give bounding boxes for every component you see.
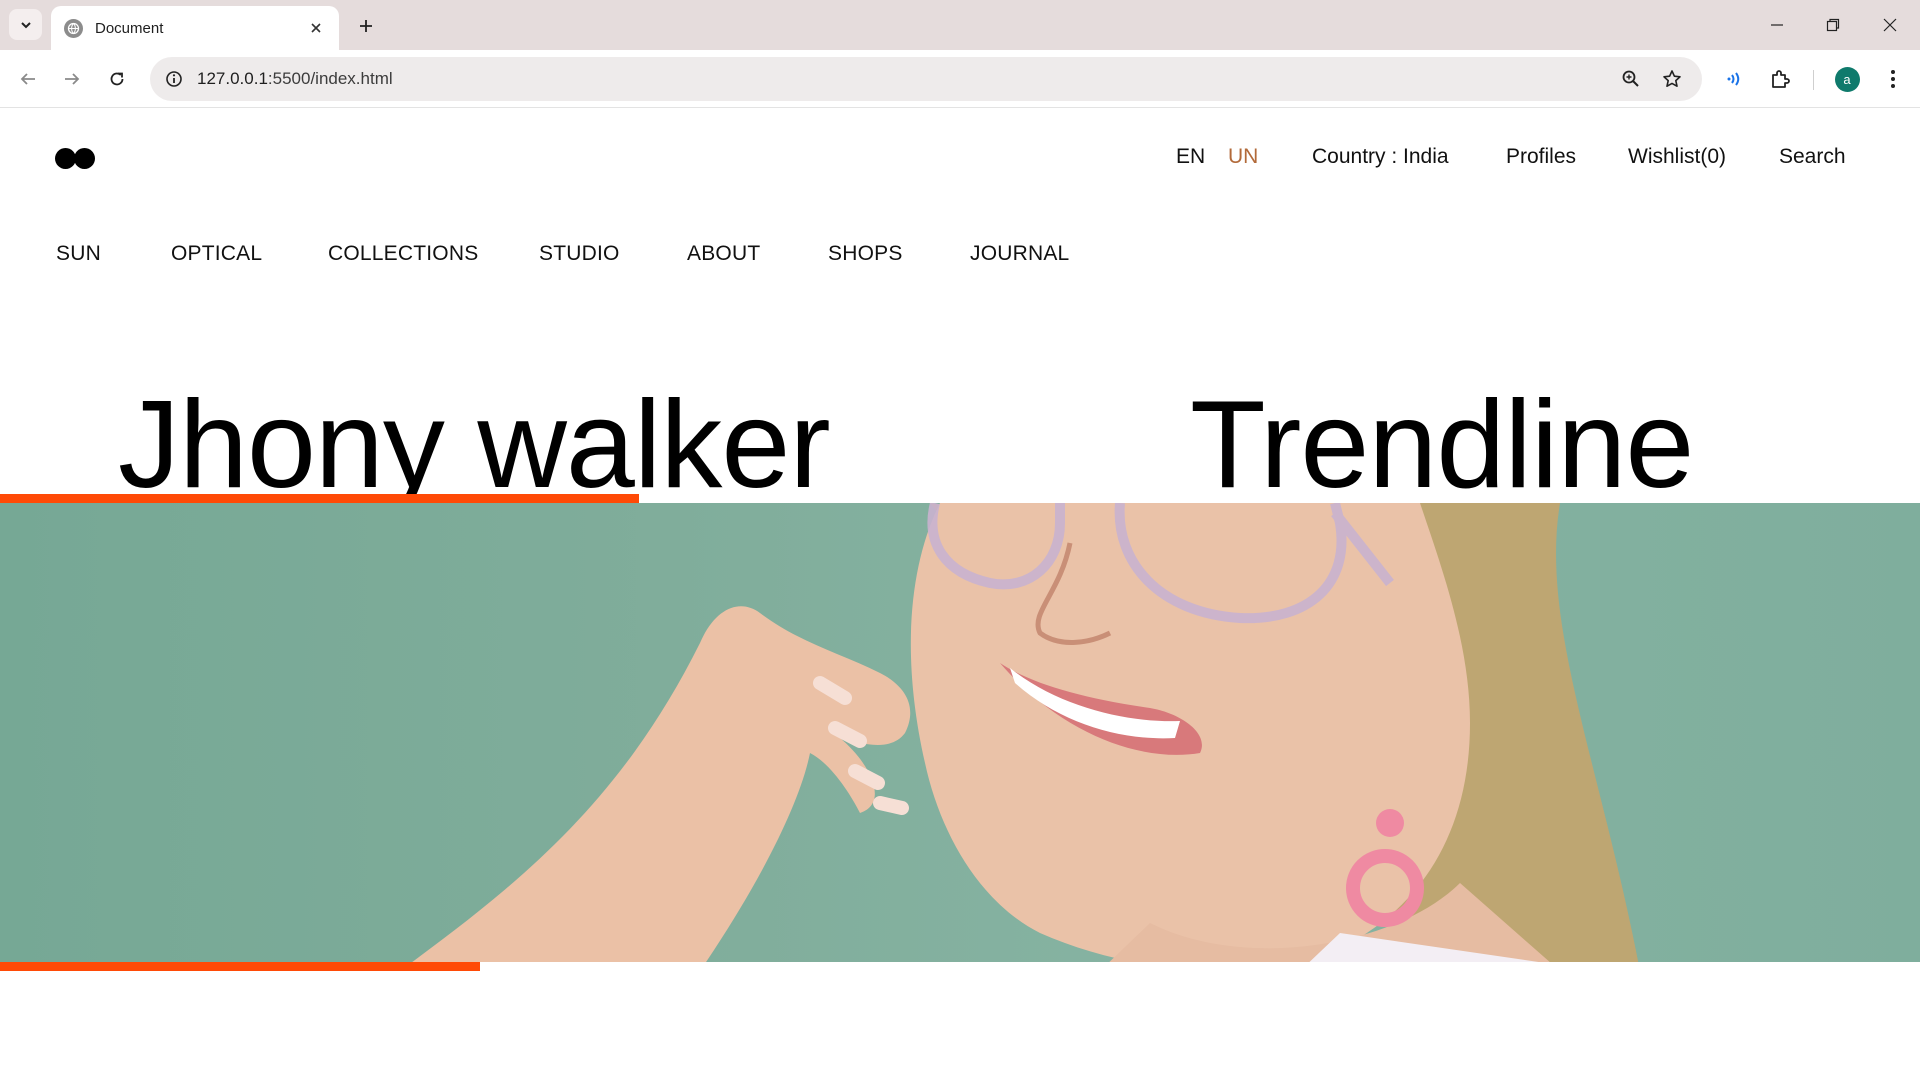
browser-tabstrip: Document <box>0 0 1920 50</box>
read-aloud-icon[interactable] <box>1718 62 1752 96</box>
nav-item-collections[interactable]: COLLECTIONS <box>328 242 478 266</box>
nav-item-studio[interactable]: STUDIO <box>539 242 620 266</box>
search-link[interactable]: Search <box>1779 145 1846 169</box>
minimize-icon <box>1771 24 1783 26</box>
restore-icon <box>1826 18 1840 32</box>
puzzle-icon[interactable] <box>1763 62 1797 96</box>
globe-icon <box>64 18 83 38</box>
hero-title-right: Trendline <box>1190 376 1694 514</box>
url-path: :5500/index.html <box>267 69 393 88</box>
arrow-right-icon <box>65 73 80 85</box>
brand-logo[interactable] <box>55 148 95 169</box>
profiles-link[interactable]: Profiles <box>1506 145 1576 169</box>
avatar: a <box>1834 66 1860 92</box>
close-icon[interactable] <box>305 17 327 39</box>
back-button[interactable] <box>11 62 45 96</box>
slide-progress-bottom <box>0 962 480 971</box>
info-icon[interactable] <box>160 65 188 93</box>
hero-image <box>0 503 1920 971</box>
logo-dot-left <box>55 148 76 169</box>
slide-progress-top <box>0 494 639 503</box>
nav-item-journal[interactable]: JOURNAL <box>970 242 1069 266</box>
reload-button[interactable] <box>100 62 134 96</box>
plus-icon <box>360 20 372 32</box>
wishlist-link[interactable]: Wishlist(0) <box>1628 145 1726 169</box>
chevron-down-icon <box>20 21 31 28</box>
earring-top-shape <box>1376 809 1404 837</box>
logo-dot-right <box>74 148 95 169</box>
url-host: 127.0.0.1 <box>197 69 268 88</box>
minimize-button[interactable] <box>1757 8 1797 42</box>
star-icon[interactable] <box>1658 65 1686 93</box>
arrow-left-icon <box>20 73 35 85</box>
close-icon <box>1883 18 1897 32</box>
language-un-link[interactable]: UN <box>1228 145 1258 169</box>
zoom-icon[interactable] <box>1617 65 1645 93</box>
arm-shape <box>400 606 911 971</box>
url-text[interactable]: 127.0.0.1:5500/index.html <box>197 69 393 89</box>
country-selector[interactable]: Country : India <box>1312 145 1449 169</box>
forward-button[interactable] <box>55 62 89 96</box>
model-photo-illustration <box>400 503 1640 971</box>
profile-button[interactable]: a <box>1830 62 1864 96</box>
toolbar-divider <box>1813 70 1814 90</box>
nav-item-about[interactable]: ABOUT <box>687 242 760 266</box>
address-bar[interactable]: 127.0.0.1:5500/index.html <box>150 57 1702 101</box>
nav-item-shops[interactable]: SHOPS <box>828 242 903 266</box>
hero-title-left: Jhony walker <box>118 376 831 514</box>
nav-item-optical[interactable]: OPTICAL <box>171 242 262 266</box>
restore-button[interactable] <box>1813 8 1853 42</box>
nav-item-sun[interactable]: SUN <box>56 242 101 266</box>
tab-title: Document <box>95 19 164 37</box>
browser-tab[interactable]: Document <box>51 6 339 50</box>
kebab-icon[interactable] <box>1876 62 1910 96</box>
browser-toolbar: 127.0.0.1:5500/index.html a <box>0 50 1920 108</box>
new-tab-button[interactable] <box>352 12 380 40</box>
language-en-link[interactable]: EN <box>1176 145 1205 169</box>
reload-icon <box>110 72 124 86</box>
tab-search-button[interactable] <box>9 9 42 40</box>
window-close-button[interactable] <box>1870 8 1910 42</box>
